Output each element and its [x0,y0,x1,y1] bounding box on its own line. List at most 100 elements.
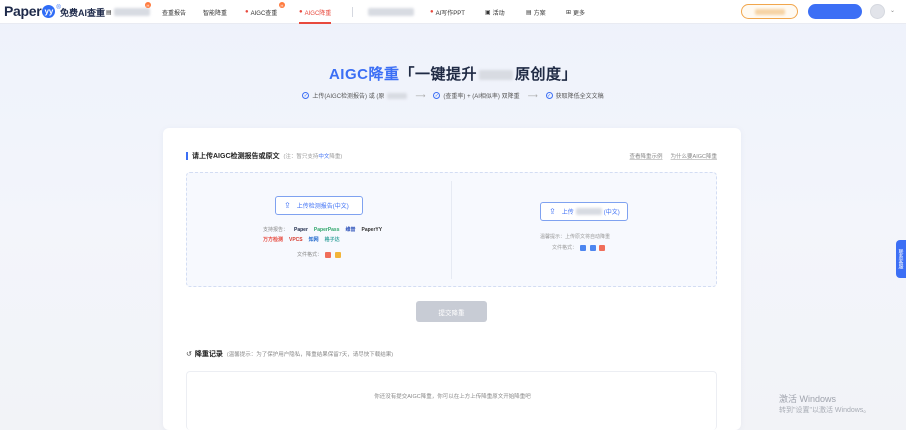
sample-link[interactable]: 查看降重示例 [630,152,663,160]
flame-icon: ● [245,9,249,15]
nav-item-aigc-rewrite[interactable]: ● AIGC降重 [299,0,332,24]
chevron-down-icon[interactable]: ⌄ [890,7,895,14]
nav-label: AI写作PPT [435,10,465,17]
side-tab-label: 联系客服 [897,249,904,269]
nav-label: 更多 [573,10,586,17]
blurred-title-part [479,70,513,81]
nav-item-smart-rewrite[interactable]: 智能降重 [203,0,227,24]
nav-item-ai-ppt[interactable]: ● AI写作PPT [430,0,465,24]
step-2: ✓ (查重率) + (AI相似率) 双降重 [433,91,520,100]
brand-logo[interactable]: Paper yy ® [4,3,61,19]
blurred-label [575,208,602,215]
button-label: 上传 [561,210,574,216]
partner-logo: 格子达 [324,237,340,243]
login-button[interactable] [808,4,862,19]
upload-section-header: 请上传AIGC检测报告或原文 (注：暂只支持中文降重) [186,151,342,161]
report-icon: ▤ [106,9,112,16]
nav-item-blurred-2[interactable] [368,0,414,24]
doc-icon [580,244,587,251]
nav-label: 方案 [533,10,546,17]
main-card: 请上传AIGC检测报告或原文 (注：暂只支持中文降重) 查看降重示例 为什么要A… [163,128,741,430]
empty-records-text: 你还没有提交AIGC降重，你可以在上方上传降重原文开始降重吧 [374,394,531,400]
nav-item-activity[interactable]: ▣ 活动 [485,0,505,24]
flame-icon: ● [299,9,303,15]
nav-item-blurred[interactable]: ▤ [106,0,150,24]
title-part: 原创度」 [515,66,578,83]
button-label: (中文) [603,210,620,216]
blurred-label [368,8,414,16]
section-title: 请上传AIGC检测报告或原文 [192,153,280,160]
nav-item-report[interactable]: 查重报告 [162,0,186,24]
nav-label: 智能降重 [203,10,228,17]
step-label: (查重率) + (AI相似率) 双降重 [443,94,520,100]
check-circle-icon: ✓ [302,92,310,99]
check-circle-icon: ✓ [433,92,441,99]
step-label: 上传(AIGC检测报告) 或 (原 [312,94,385,100]
avatar[interactable] [870,4,885,19]
supported-reports: 支持报告： Paper PaperPass 维普 PaperYY [263,226,383,234]
right-tip: 温馨提示：上传原文将自动降重 [540,234,611,240]
grid-icon: ⊞ [566,9,572,16]
upload-icon: ⇪ [549,207,556,216]
nav-item-plan[interactable]: ▤ 方案 [526,0,546,24]
history-icon: ↺ [186,351,192,358]
pdf-icon [599,244,606,251]
partner-logo: 知网 [308,237,319,243]
nav-label: 查重报告 [162,10,187,17]
gift-icon: ▣ [485,9,491,16]
upload-report-button[interactable]: ⇪ 上传检测报告(中文) [275,196,363,215]
page-title: AIGC降重「一键提升 原创度」 [0,63,906,84]
upload-icon: ⇪ [284,201,291,210]
records-header: ↺ 降重记录 (温馨提示：为了保护用户隐私，降重结果保留7天，请尽快下载结果) [186,349,393,359]
upload-divider [451,181,452,279]
records-title: 降重记录 [194,351,223,358]
note-text: (注：暂只支持 [283,154,319,160]
records-list: 你还没有提交AIGC降重，你可以在上方上传降重原文开始降重吧 [186,371,717,430]
note-text: 降重) [329,154,343,160]
nav-item-aigc-check[interactable]: ● AIGC查重 [245,0,277,24]
partner-logo: PaperYY [361,226,383,233]
step-3: ✓ 获取降低全文文稿 [545,91,604,100]
help-links: 查看降重示例 为什么要AIGC降重 [630,152,717,160]
right-format-row: 文件格式： [552,244,606,251]
partner-logo: 维普 [345,227,356,233]
button-label: 上传检测报告(中文) [296,204,349,210]
left-format-row: 文件格式： [297,251,341,258]
partner-logo: 万方检测 [263,237,284,243]
note-highlight: 中文 [318,154,330,160]
top-navbar: Paper yy ® 免费AI查重 ▤ H 查重报告 智能降重 ● AIGC查重… [0,0,906,24]
records-note: (温馨提示：为了保护用户隐私，降重结果保留7天，请尽快下载结果) [226,352,394,358]
format-label: 文件格式： [552,245,578,251]
support-label: 支持报告： [263,227,289,233]
supported-reports-row-2: 万方检测 VPCS 知网 格子达 [263,236,340,244]
step-1: ✓ 上传(AIGC检测报告) 或 (原 [302,91,408,100]
step-label: 获取降低全文文稿 [555,94,604,100]
why-link[interactable]: 为什么要AIGC降重 [671,152,717,160]
nav-divider [352,7,353,17]
coin-button[interactable] [741,4,798,19]
hot-badge: H [279,2,285,8]
nav-label: AIGC查重 [250,10,278,17]
brand-subtitle: 免费AI查重 [60,8,106,18]
title-highlight: AIGC降重 [328,66,400,83]
section-accent-bar [186,152,188,160]
windows-watermark-subtitle: 转到"设置"以激活 Windows。 [779,407,871,414]
side-service-tab[interactable]: 联系客服 [896,240,906,278]
arrow-right-icon: ⟶ [527,92,538,100]
format-label: 文件格式： [297,252,323,258]
partner-logo: Paper [294,226,308,233]
zip-icon [334,251,341,258]
upload-dropzone[interactable]: ⇪ 上传检测报告(中文) 支持报告： Paper PaperPass 维普 Pa… [186,172,717,287]
nav-label: AIGC降重 [304,10,332,17]
blurred-label [113,8,150,16]
process-steps: ✓ 上传(AIGC检测报告) 或 (原 ⟶ ✓ (查重率) + (AI相似率) … [0,91,906,100]
nav-item-more[interactable]: ⊞ 更多 [566,0,585,24]
partner-logo: VPCS [289,236,303,243]
upload-original-button[interactable]: ⇪ 上传 (中文) [540,202,628,221]
flame-icon: ● [430,9,434,15]
logo-text: Paper [4,3,42,19]
submit-button[interactable]: 提交降重 [416,301,487,322]
partner-logo: PaperPass [313,226,340,233]
blurred-label [754,8,785,15]
arrow-right-icon: ⟶ [415,92,426,100]
